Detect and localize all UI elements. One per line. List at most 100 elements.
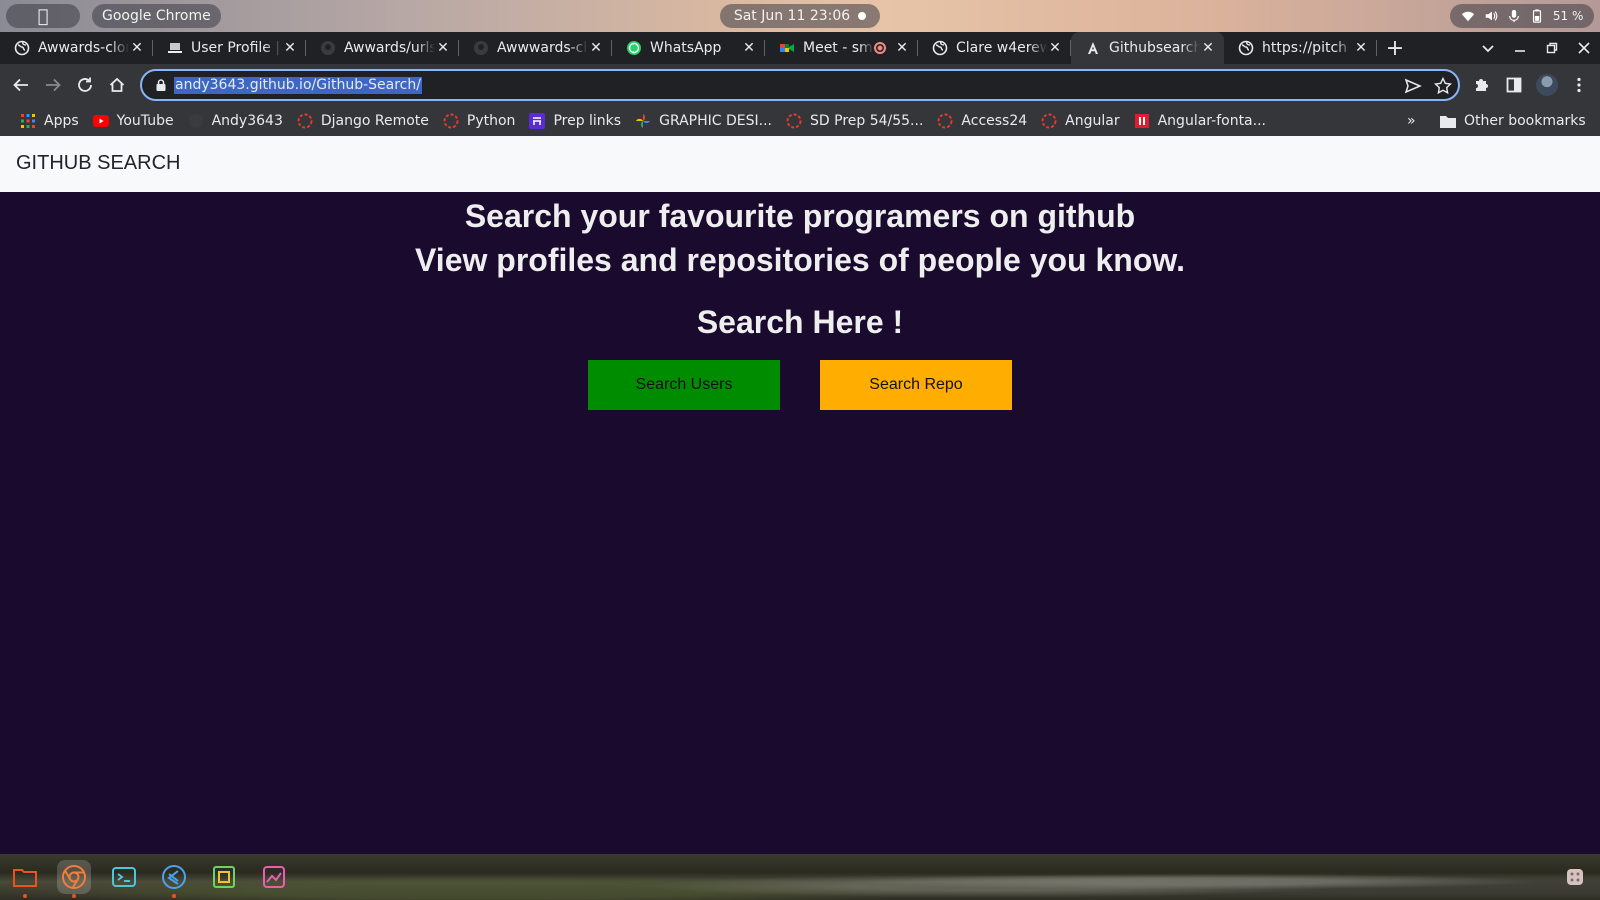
profile-avatar[interactable]	[1536, 74, 1558, 96]
bookmark-item[interactable]: Andy3643	[182, 107, 289, 135]
search-repo-button[interactable]: Search Repo	[820, 360, 1012, 410]
youtube-icon	[92, 113, 109, 129]
dock	[0, 854, 1600, 900]
close-tab-icon[interactable]: ✕	[894, 40, 910, 56]
active-app-name[interactable]: Google Chrome	[92, 4, 221, 28]
image-viewer-icon[interactable]	[257, 860, 291, 894]
browser-toolbar: andy3643.github.io/Github-Search/	[0, 64, 1600, 106]
tab-title: Meet - sm	[803, 40, 873, 56]
volume-icon	[1485, 11, 1497, 21]
system-tray[interactable]: 51 %	[1450, 4, 1594, 28]
tab-search-chevron-icon[interactable]	[1472, 41, 1504, 55]
back-arrow-icon[interactable]	[8, 72, 34, 98]
prep-icon	[529, 113, 546, 129]
terminal-icon[interactable]	[107, 860, 141, 894]
close-tab-icon[interactable]: ✕	[1047, 40, 1063, 56]
files-icon[interactable]	[8, 860, 42, 898]
screenshot-icon[interactable]	[207, 860, 241, 894]
pinwheel-icon	[635, 113, 651, 129]
other-bookmarks[interactable]: Other bookmarks	[1440, 106, 1586, 136]
dashed-circle-icon	[786, 113, 802, 129]
dashed-circle-icon	[297, 113, 313, 129]
vscode-icon[interactable]	[157, 860, 191, 898]
lock-icon[interactable]	[154, 78, 168, 92]
github-icon	[188, 113, 204, 129]
tab[interactable]: WhatsApp ✕	[612, 32, 765, 64]
bookmark-label: Access24	[961, 113, 1028, 129]
tab-title: Clare w4erew	[956, 40, 1047, 56]
running-indicator-icon	[72, 894, 76, 898]
minimize-icon[interactable]	[1504, 42, 1536, 54]
close-tab-icon[interactable]: ✕	[435, 40, 451, 56]
close-tab-icon[interactable]: ✕	[129, 40, 145, 56]
apps-grid-icon	[20, 113, 36, 129]
tab[interactable]: Awwards/urls.py ✕	[306, 32, 459, 64]
restore-icon[interactable]	[1536, 42, 1568, 54]
address-bar[interactable]: andy3643.github.io/Github-Search/	[140, 69, 1460, 101]
tab[interactable]: Meet - sm ✕	[765, 32, 918, 64]
bookmark-item[interactable]: SD Prep 54/55...	[780, 107, 929, 135]
tab[interactable]: Awwwards-clone ✕	[459, 32, 612, 64]
bookmark-label: SD Prep 54/55...	[810, 113, 924, 129]
home-icon[interactable]	[104, 72, 130, 98]
bookmark-label: Prep links	[553, 113, 622, 129]
laptop-icon	[167, 40, 183, 56]
forward-arrow-icon[interactable]	[40, 72, 66, 98]
system-top-bar:  Google Chrome Sat Jun 11 23:06 51 %	[0, 0, 1600, 32]
close-tab-icon[interactable]: ✕	[1200, 40, 1216, 56]
new-tab-button[interactable]: +	[1377, 32, 1413, 64]
web-page: GITHUB SEARCH Search your favourite prog…	[0, 136, 1600, 854]
page-heading-line-2: View profiles and repositories of people…	[415, 242, 1185, 278]
url-text[interactable]: andy3643.github.io/Github-Search/	[174, 77, 422, 94]
tab[interactable]: Clare w4erew ✕	[918, 32, 1071, 64]
apple-menu-icon[interactable]: 	[6, 4, 80, 28]
close-tab-icon[interactable]: ✕	[1353, 40, 1369, 56]
system-clock[interactable]: Sat Jun 11 23:06	[720, 4, 880, 28]
bookmark-item[interactable]: Apps	[14, 107, 85, 135]
close-tab-icon[interactable]: ✕	[741, 40, 757, 56]
close-tab-icon[interactable]: ✕	[588, 40, 604, 56]
globe-icon	[1238, 40, 1254, 56]
tab[interactable]: Awwards-clone ✕	[0, 32, 153, 64]
bookmark-item[interactable]: Django Remote	[291, 107, 435, 135]
bookmark-item[interactable]: Angular	[1035, 107, 1125, 135]
reload-icon[interactable]	[72, 72, 98, 98]
chrome-icon[interactable]	[57, 860, 91, 898]
search-users-button[interactable]: Search Users	[588, 360, 780, 410]
site-navbar: GITHUB SEARCH	[0, 136, 1600, 192]
bookmark-item[interactable]: Prep links	[523, 107, 627, 135]
tab-active[interactable]: Githubsearch ✕	[1071, 32, 1224, 64]
other-bookmarks-label: Other bookmarks	[1464, 113, 1586, 129]
battery-percent: 51 %	[1552, 9, 1584, 23]
show-apps-grid-icon[interactable]	[1558, 860, 1592, 894]
bookmark-item[interactable]: YouTube	[87, 107, 180, 135]
bookmark-star-icon[interactable]	[1434, 77, 1452, 95]
site-brand[interactable]: GITHUB SEARCH	[16, 152, 180, 175]
bookmark-label: Angular	[1065, 113, 1120, 129]
more-bookmarks-chevron-icon[interactable]: »	[1407, 106, 1416, 136]
window-controls	[1472, 32, 1600, 64]
menu-kebab-icon[interactable]	[1568, 74, 1590, 96]
recording-indicator-icon	[874, 42, 886, 54]
bookmark-item[interactable]: Angular-fonta...	[1128, 107, 1272, 135]
bookmark-item[interactable]: GRAPHIC DESI...	[629, 107, 778, 135]
side-panel-icon[interactable]	[1503, 74, 1525, 96]
notification-dot-icon	[858, 12, 867, 20]
bookmark-label: Python	[466, 113, 516, 129]
tab[interactable]: User Profile | ✕	[153, 32, 306, 64]
bookmark-label: YouTube	[116, 113, 174, 129]
bookmark-item[interactable]: Access24	[931, 107, 1033, 135]
extensions-puzzle-icon[interactable]	[1471, 74, 1493, 96]
tab-title: https://pitch	[1262, 40, 1348, 56]
close-tab-icon[interactable]: ✕	[282, 40, 298, 56]
tab-title: User Profile |	[191, 40, 281, 56]
bookmark-item[interactable]: Python	[437, 107, 522, 135]
tab-title: Awwards-clone	[38, 40, 129, 56]
bookmark-label: GRAPHIC DESI...	[659, 113, 772, 129]
tab-title: WhatsApp	[650, 40, 722, 56]
dashed-circle-icon	[1041, 113, 1057, 129]
tab[interactable]: https://pitch ✕	[1224, 32, 1377, 64]
send-tab-icon[interactable]	[1404, 77, 1422, 95]
bookmark-label: Angular-fonta...	[1157, 113, 1266, 129]
close-window-icon[interactable]	[1568, 42, 1600, 54]
